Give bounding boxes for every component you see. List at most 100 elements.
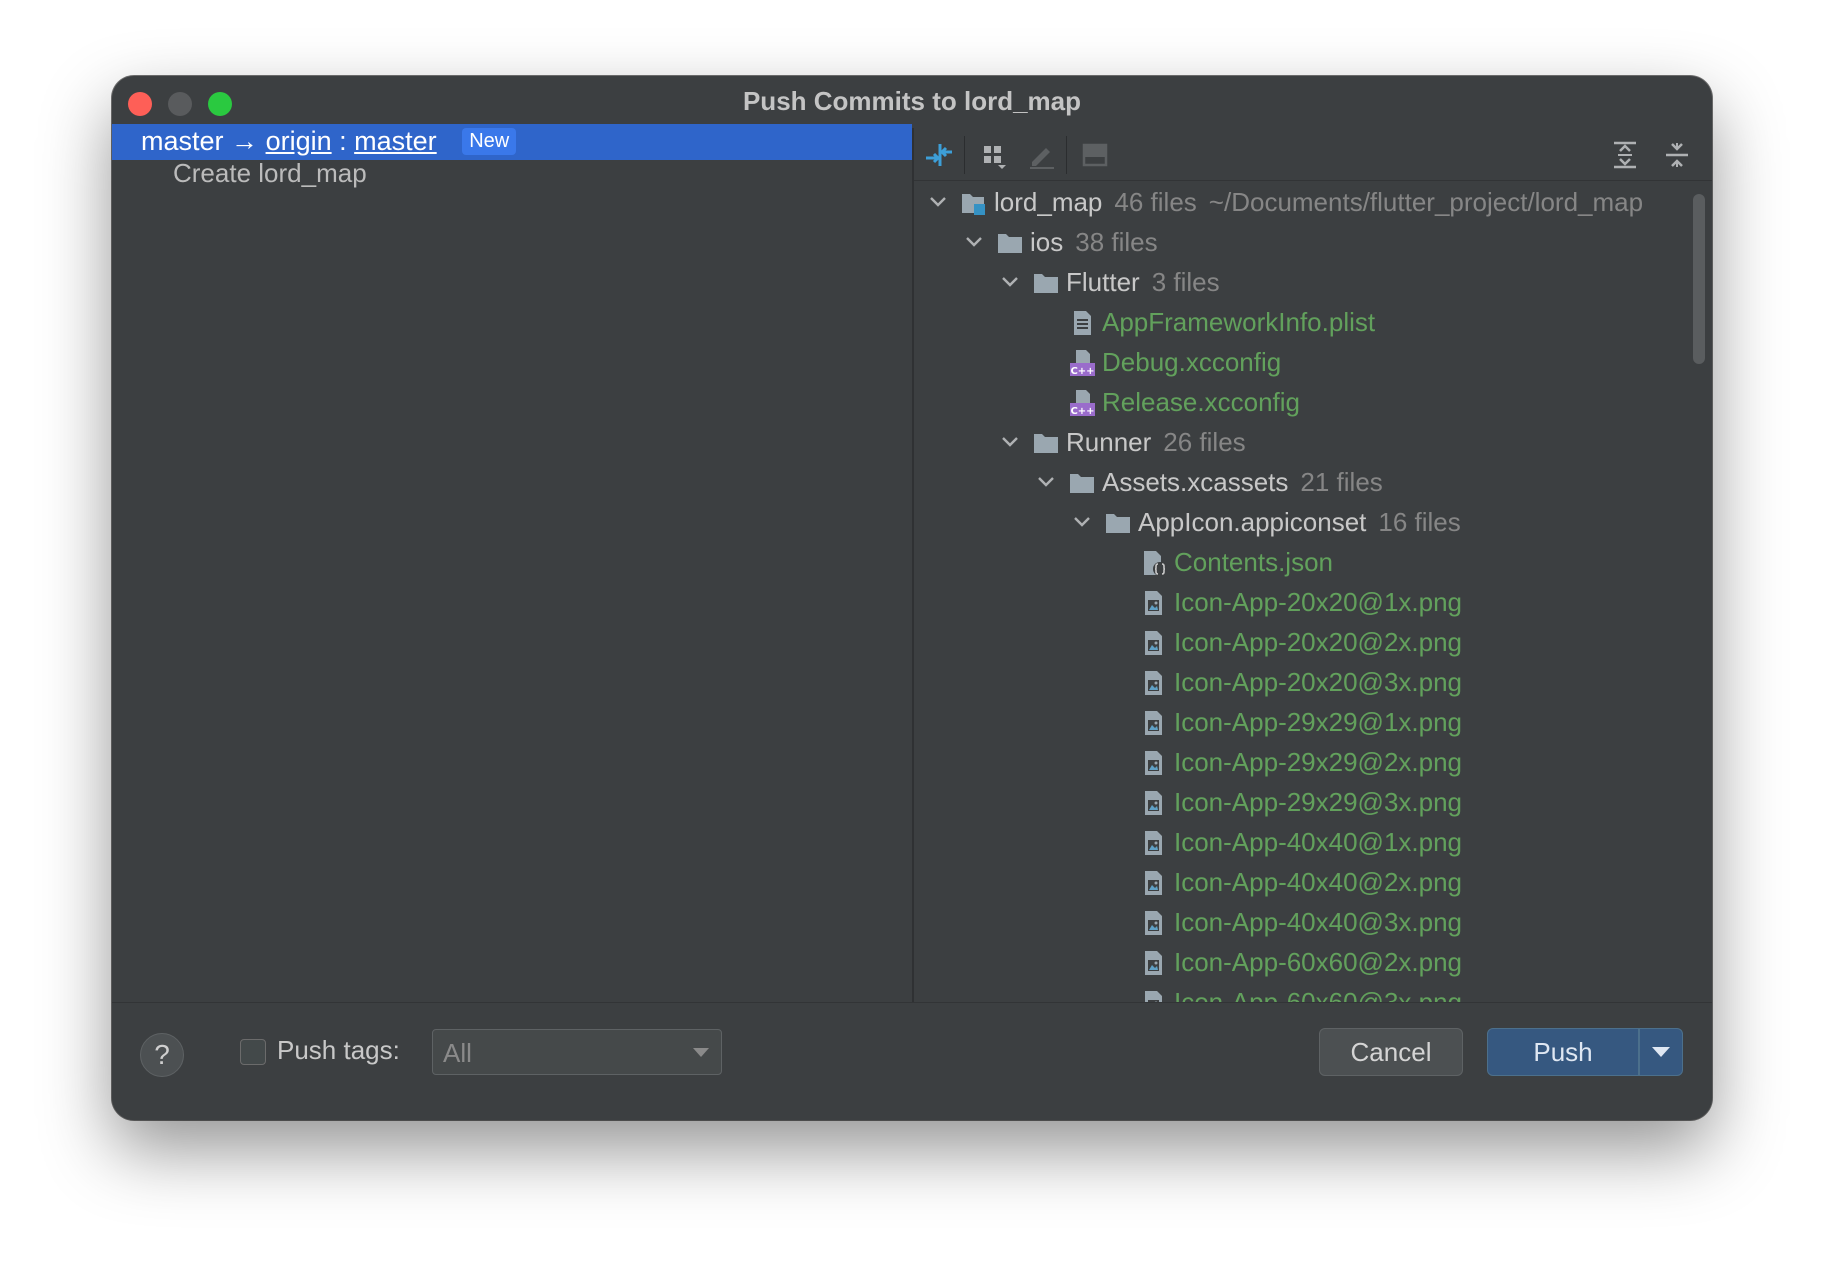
preview-icon[interactable] <box>1080 140 1110 170</box>
file-name: Release.xcconfig <box>1102 382 1300 422</box>
folder-name: Flutter 3 files <box>1066 262 1220 302</box>
tree-row[interactable]: Icon-App-40x40@1x.png <box>914 822 1694 862</box>
image-icon <box>1140 948 1168 976</box>
remote-link[interactable]: origin <box>266 126 332 156</box>
show-diff-icon[interactable] <box>924 140 954 170</box>
edit-source-icon[interactable] <box>1026 140 1056 170</box>
tree-row[interactable]: lord_map 46 files ~/Documents/flutter_proj… <box>914 184 1694 222</box>
tree-scrollbar[interactable] <box>1693 194 1705 364</box>
push-tags-value: All <box>443 1038 472 1068</box>
image-icon <box>1140 788 1168 816</box>
tree-row[interactable]: Flutter 3 files <box>914 262 1694 302</box>
chevron-down-icon[interactable] <box>1034 462 1058 502</box>
chevron-down-icon[interactable] <box>926 184 950 222</box>
plist-icon <box>1068 308 1096 336</box>
tree-row[interactable]: Icon-App-29x29@3x.png <box>914 782 1694 822</box>
group-by-icon[interactable] <box>978 140 1008 170</box>
node-label: Icon-App-20x20@3x.png <box>1174 667 1463 697</box>
push-tags-dropdown: All <box>432 1029 722 1075</box>
file-count: 16 files <box>1378 507 1461 537</box>
tree-row[interactable]: ios 38 files <box>914 222 1694 262</box>
file-name: Icon-App-20x20@3x.png <box>1174 662 1462 702</box>
push-button[interactable]: Push <box>1487 1028 1683 1076</box>
collapse-all-icon[interactable] <box>1662 140 1692 170</box>
push-button-label: Push <box>1533 1037 1593 1067</box>
tree-row[interactable]: Icon-App-40x40@2x.png <box>914 862 1694 902</box>
chevron-down-icon <box>693 1048 709 1057</box>
node-label: Icon-App-40x40@2x.png <box>1174 867 1463 897</box>
node-label: Flutter <box>1066 267 1140 297</box>
push-button-divider <box>1638 1029 1640 1075</box>
file-count: 21 files <box>1300 467 1383 497</box>
target-branch-link[interactable]: master <box>354 126 437 156</box>
chevron-down-icon[interactable] <box>998 422 1022 462</box>
file-name: Contents.json <box>1174 542 1333 582</box>
push-tags-checkbox[interactable] <box>240 1039 266 1065</box>
separator-colon: : <box>339 126 347 156</box>
image-icon <box>1140 668 1168 696</box>
svg-text:C++: C++ <box>1070 366 1094 377</box>
branch-row[interactable]: master → origin : master New <box>112 124 912 160</box>
commit-item[interactable]: Create lord_map <box>173 158 367 189</box>
tree-row[interactable]: Icon-App-60x60@3x.png <box>914 982 1694 1002</box>
node-label: AppIcon.appiconset <box>1138 507 1367 537</box>
file-name: Icon-App-29x29@3x.png <box>1174 782 1462 822</box>
cancel-button[interactable]: Cancel <box>1319 1028 1463 1076</box>
image-icon <box>1140 628 1168 656</box>
file-name: Icon-App-29x29@1x.png <box>1174 702 1462 742</box>
expand-all-icon[interactable] <box>1610 140 1640 170</box>
tree-row[interactable]: AppFrameworkInfo.plist <box>914 302 1694 342</box>
tree-row[interactable]: AppIcon.appiconset 16 files <box>914 502 1694 542</box>
tree-row[interactable]: Contents.json <box>914 542 1694 582</box>
arrow-glyph: → <box>231 126 259 156</box>
json-icon <box>1140 548 1168 576</box>
node-label: Contents.json <box>1174 547 1333 577</box>
local-branch: master <box>141 126 224 156</box>
tree-row[interactable]: Icon-App-40x40@3x.png <box>914 902 1694 942</box>
tree-row[interactable]: Icon-App-20x20@1x.png <box>914 582 1694 622</box>
node-label: Icon-App-29x29@2x.png <box>1174 747 1463 777</box>
chevron-down-icon[interactable] <box>998 262 1022 302</box>
image-icon <box>1140 588 1168 616</box>
image-icon <box>1140 748 1168 776</box>
title-bar: Push Commits to lord_map <box>112 76 1712 128</box>
cpp-icon: C++ <box>1068 388 1096 417</box>
node-label: ios <box>1030 227 1064 257</box>
commits-panel: master → origin : master New Create lord… <box>112 124 912 1002</box>
push-options-arrow-icon[interactable] <box>1652 1047 1670 1057</box>
file-name: Icon-App-20x20@2x.png <box>1174 622 1462 662</box>
node-label: Icon-App-40x40@3x.png <box>1174 907 1463 937</box>
file-name: Debug.xcconfig <box>1102 342 1281 382</box>
folder-icon <box>1032 428 1060 456</box>
node-label: Icon-App-60x60@3x.png <box>1174 987 1463 1002</box>
module-path: ~/Documents/flutter_project/lord_map <box>1208 187 1644 217</box>
dialog-footer: ? Push tags: All Cancel Push <box>112 1002 1712 1120</box>
node-label: Assets.xcassets <box>1102 467 1289 497</box>
toolbar-separator <box>964 136 965 174</box>
tree-row[interactable]: C++ Debug.xcconfig <box>914 342 1694 382</box>
changes-tree[interactable]: lord_map 46 files ~/Documents/flutter_proj… <box>914 184 1694 1002</box>
folder-icon <box>1104 508 1132 536</box>
node-label: Icon-App-29x29@1x.png <box>1174 707 1463 737</box>
file-count: 3 files <box>1151 267 1220 297</box>
tree-row[interactable]: Assets.xcassets 21 files <box>914 462 1694 502</box>
tree-row[interactable]: Icon-App-29x29@2x.png <box>914 742 1694 782</box>
tree-row[interactable]: Icon-App-20x20@3x.png <box>914 662 1694 702</box>
tree-row[interactable]: Icon-App-60x60@2x.png <box>914 942 1694 982</box>
tree-row[interactable]: C++ Release.xcconfig <box>914 382 1694 422</box>
node-label: AppFrameworkInfo.plist <box>1102 307 1376 337</box>
push-commits-dialog: Push Commits to lord_map master → origin… <box>112 76 1712 1120</box>
file-count: 38 files <box>1075 227 1158 257</box>
tree-row[interactable]: Runner 26 files <box>914 422 1694 462</box>
tree-row[interactable]: Icon-App-20x20@2x.png <box>914 622 1694 662</box>
node-label: Debug.xcconfig <box>1102 347 1282 377</box>
folder-name: lord_map 46 files ~/Documents/flutter_proj… <box>994 184 1643 222</box>
file-name: Icon-App-40x40@2x.png <box>1174 862 1462 902</box>
file-name: Icon-App-60x60@3x.png <box>1174 982 1462 1002</box>
help-button[interactable]: ? <box>140 1033 184 1077</box>
tree-row[interactable]: Icon-App-29x29@1x.png <box>914 702 1694 742</box>
chevron-down-icon[interactable] <box>1070 502 1094 542</box>
file-name: AppFrameworkInfo.plist <box>1102 302 1375 342</box>
node-label: Release.xcconfig <box>1102 387 1300 417</box>
chevron-down-icon[interactable] <box>962 222 986 262</box>
